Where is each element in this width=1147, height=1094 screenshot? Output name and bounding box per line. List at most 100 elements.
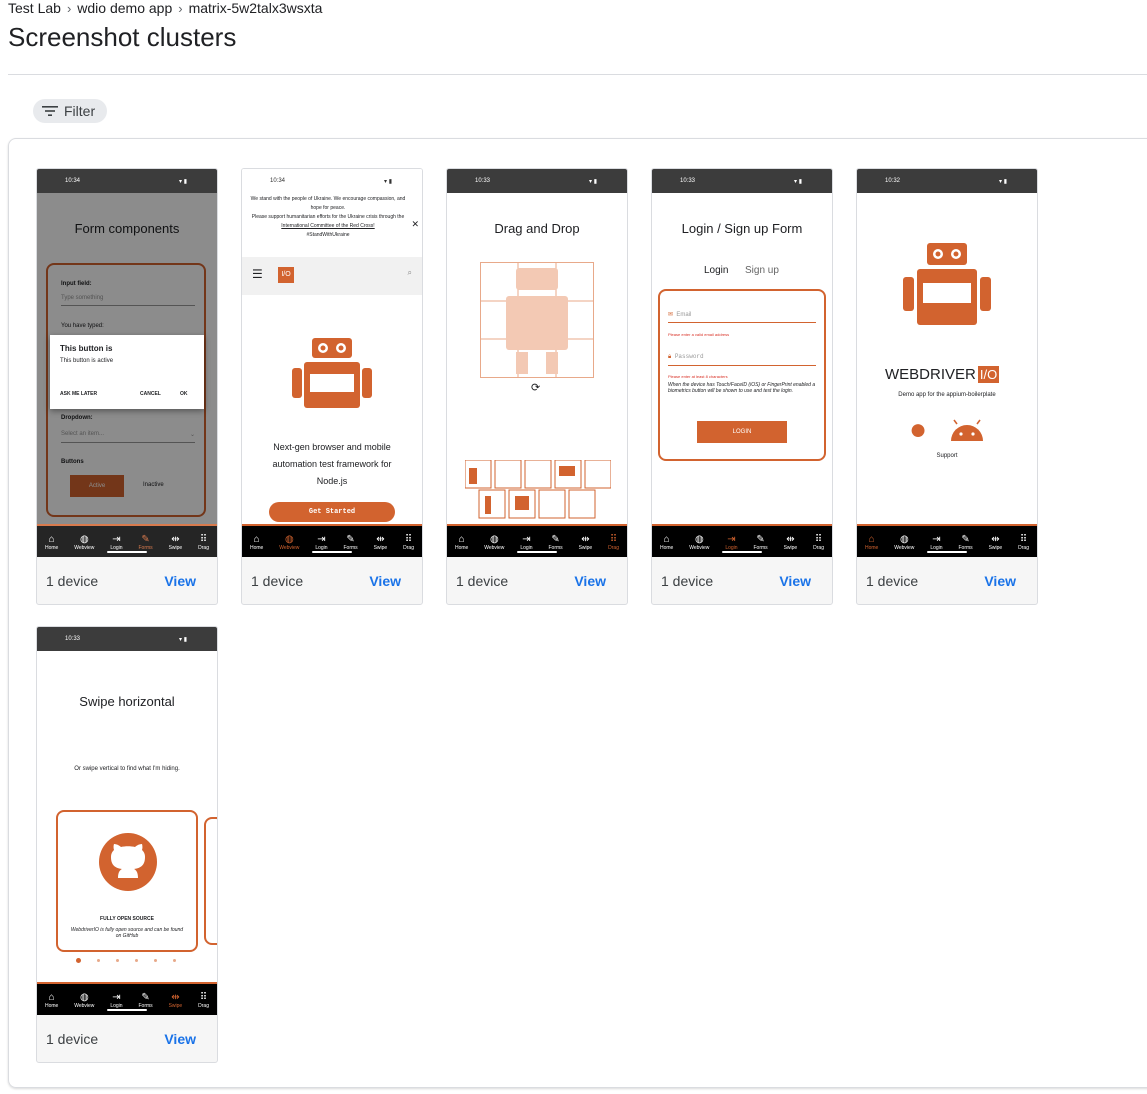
card-title: FULLY OPEN SOURCE (100, 916, 154, 922)
nav-swipe: ⇹ Swipe (783, 534, 798, 551)
screenshot-thumbnail[interactable]: 10:34 ▾ ▮ We stand with the people of Ukr… (242, 169, 422, 557)
wdio-brand: WEBDRIVER I/O (885, 366, 1000, 383)
card-text: WebdriverIO is fully open source and can… (70, 927, 184, 939)
chevron-right-icon: › (66, 0, 72, 16)
nav-swipe: ⇹ Swipe (578, 534, 593, 551)
view-link[interactable]: View (164, 1031, 208, 1047)
nav-home: ⌂ Home (44, 534, 59, 551)
login-button: LOGIN (697, 421, 787, 443)
screen-heading: Drag and Drop (494, 221, 580, 236)
device-count: 1 device (46, 1030, 99, 1047)
home-indicator (722, 551, 762, 553)
nav-forms: ✎ Forms (548, 534, 563, 551)
email-field: ✉ Email (668, 311, 816, 323)
device-count: 1 device (661, 572, 714, 589)
home-indicator (312, 551, 352, 553)
apple-icon: ● (909, 413, 928, 446)
status-bar: 10:34 ▾ ▮ (242, 169, 422, 193)
github-icon (99, 833, 157, 891)
screen-heading: Swipe horizontal (79, 694, 175, 709)
nav-swipe: ⇹ Swipe (373, 534, 388, 551)
nav-forms: ✎ Forms (138, 992, 153, 1009)
nav-drag: ⠿ Drag (813, 534, 824, 551)
filter-icon (42, 106, 58, 116)
close-icon: ✕ (411, 219, 419, 229)
nav-webview: ◍ Webview (74, 534, 95, 551)
alert-dialog: This button is This button is active ASK… (50, 335, 204, 409)
view-link[interactable]: View (164, 573, 208, 589)
view-link[interactable]: View (574, 573, 618, 589)
home-indicator (927, 551, 967, 553)
nav-home: ⌂ Home (659, 534, 674, 551)
email-error: Please enter a valid email address (668, 332, 730, 337)
screenshot-thumbnail[interactable]: 10:34 ▾ ▮ Form components Input field: Ty… (37, 169, 217, 557)
cluster-card: 10:33 ▾ ▮ Login / Sign up Form Login Sign… (651, 168, 833, 605)
demo-subtitle: Demo app for the appium-boilerplate (898, 392, 996, 398)
cluster-card: 10:34 ▾ ▮ Form components Input field: Ty… (36, 168, 218, 605)
nav-webview: ◍ Webview (689, 534, 710, 551)
view-link[interactable]: View (779, 573, 823, 589)
dialog-message: This button is active (60, 358, 114, 364)
dialog-ok: OK (180, 391, 188, 397)
screenshot-thumbnail[interactable]: 10:33 ▾ ▮ Swipe horizontal Or swipe verti… (37, 627, 217, 1015)
nav-login: ⇥ Login (315, 534, 328, 551)
breadcrumb: Test Lab › wdio demo app › matrix-5w2tal… (8, 0, 322, 16)
screenshot-thumbnail[interactable]: 10:33 ▾ ▮ Drag and Drop ⟳ ⌂ Home ◍ Webview … (447, 169, 627, 557)
device-count: 1 device (46, 572, 99, 589)
tagline: Next-gen browser and mobile automation t… (272, 442, 392, 486)
password-field: 🔒︎ Password (668, 353, 816, 366)
view-link[interactable]: View (369, 573, 413, 589)
nav-swipe: ⇹ Swipe (988, 534, 1003, 551)
breadcrumb-matrix: matrix-5w2talx3wsxta (188, 0, 323, 16)
status-bar: 10:33 ▾ ▮ (447, 169, 627, 193)
drag-pieces (465, 460, 611, 519)
menu-icon: ☰ (252, 267, 263, 281)
nav-webview: ◍ Webview (74, 992, 95, 1009)
status-bar: 10:33 ▾ ▮ (37, 627, 217, 651)
drop-zone-grid (480, 262, 594, 378)
filter-button[interactable]: Filter (33, 99, 108, 123)
nav-home: ⌂ Home (454, 534, 469, 551)
cluster-card: 10:33 ▾ ▮ Drag and Drop ⟳ ⌂ Home ◍ Webview … (446, 168, 628, 605)
nav-login: ⇥ Login (725, 534, 738, 551)
divider (8, 74, 1147, 75)
nav-drag: ⠿ Drag (198, 992, 209, 1009)
cluster-card: 10:33 ▾ ▮ Swipe horizontal Or swipe verti… (36, 626, 218, 1063)
mail-icon: ✉ (668, 312, 674, 318)
device-count: 1 device (456, 572, 509, 589)
screen-heading: Login / Sign up Form (681, 221, 803, 236)
view-link[interactable]: View (984, 573, 1028, 589)
nav-webview: ◍ Webview (279, 534, 300, 551)
login-form: ✉ Email Please enter a valid email addre… (658, 289, 826, 461)
screenshot-thumbnail[interactable]: 10:33 ▾ ▮ Login / Sign up Form Login Sign… (652, 169, 832, 557)
nav-swipe: ⇹ Swipe (168, 534, 183, 551)
dialog-cancel: CANCEL (140, 391, 161, 397)
nav-home: ⌂ Home (864, 534, 879, 551)
nav-drag: ⠿ Drag (1018, 534, 1029, 551)
get-started-button: Get Started (269, 502, 395, 522)
tab-signup: Sign up (745, 265, 779, 276)
swipe-card: FULLY OPEN SOURCE WebdriverIO is fully o… (56, 810, 198, 952)
home-indicator (517, 551, 557, 553)
cluster-card: 10:32 ▾ ▮ WEBDRIVER I/O Demo app for the a… (856, 168, 1038, 605)
refresh-icon: ⟳ (531, 382, 541, 394)
robot-icon (292, 338, 372, 408)
page-title: Screenshot clusters (8, 22, 237, 52)
nav-login: ⇥ Login (110, 534, 123, 551)
device-count: 1 device (866, 572, 919, 589)
nav-forms: ✎ Forms (753, 534, 768, 551)
status-bar: 10:33 ▾ ▮ (652, 169, 832, 193)
home-indicator (107, 551, 147, 553)
nav-forms: ✎ Forms (343, 534, 358, 551)
nav-drag: ⠿ Drag (403, 534, 414, 551)
breadcrumb-app[interactable]: wdio demo app (77, 0, 172, 16)
tab-login: Login (704, 265, 729, 276)
screenshot-thumbnail[interactable]: 10:32 ▾ ▮ WEBDRIVER I/O Demo app for the a… (857, 169, 1037, 557)
cluster-card: 10:34 ▾ ▮ We stand with the people of Ukr… (241, 168, 423, 605)
device-count: 1 device (251, 572, 304, 589)
home-indicator (107, 1009, 147, 1011)
nav-webview: ◍ Webview (484, 534, 505, 551)
breadcrumb-test-lab[interactable]: Test Lab (8, 0, 61, 16)
biometric-note: When the device has Touch/FaceID (iOS) o… (668, 382, 816, 394)
nav-login: ⇥ Login (520, 534, 533, 551)
